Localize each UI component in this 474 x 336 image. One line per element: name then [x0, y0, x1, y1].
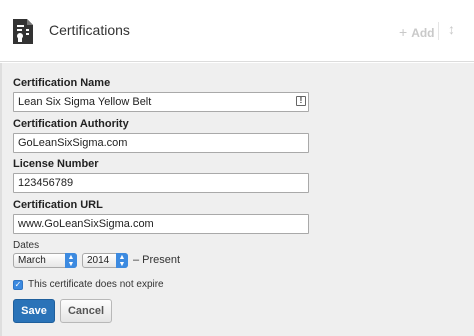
dates-label: Dates	[13, 240, 40, 251]
chevron-up-down-icon: ▲ ▼	[116, 253, 128, 268]
add-button-label: Add	[411, 26, 435, 40]
certificate-document-icon	[12, 18, 34, 45]
certification-url-input[interactable]: www.GoLeanSixSigma.com	[13, 214, 309, 234]
no-expire-label[interactable]: This certificate does not expire	[28, 279, 164, 290]
certification-name-label: Certification Name	[13, 77, 111, 89]
autofill-warning-icon[interactable]: !	[296, 96, 306, 106]
chevron-up-down-icon: ▲ ▼	[65, 253, 77, 268]
header-divider	[438, 22, 439, 40]
year-select-value: 2014	[87, 255, 110, 266]
no-expire-checkbox[interactable]: ✓	[13, 280, 23, 290]
month-select-value: March	[18, 255, 46, 266]
reorder-arrows-icon[interactable]: ↕	[448, 21, 455, 37]
year-select[interactable]: 2014 ▲ ▼	[82, 253, 128, 268]
form-left-rule	[0, 63, 2, 336]
certification-name-input[interactable]: Lean Six Sigma Yellow Belt	[13, 92, 309, 112]
page-title: Certifications	[49, 22, 130, 38]
certification-authority-input[interactable]: GoLeanSixSigma.com	[13, 133, 309, 153]
add-button[interactable]: + Add	[399, 24, 435, 40]
certification-url-label: Certification URL	[13, 199, 103, 211]
end-date-present: – Present	[133, 254, 181, 266]
plus-icon: +	[399, 24, 408, 40]
license-number-input[interactable]: 123456789	[13, 173, 309, 193]
license-number-label: License Number	[13, 158, 99, 170]
certification-authority-label: Certification Authority	[13, 118, 129, 130]
save-button[interactable]: Save	[13, 299, 55, 323]
cancel-button[interactable]: Cancel	[60, 299, 112, 323]
month-select[interactable]: March ▲ ▼	[13, 253, 77, 268]
section-header: Certifications + Add ↕	[0, 0, 474, 62]
